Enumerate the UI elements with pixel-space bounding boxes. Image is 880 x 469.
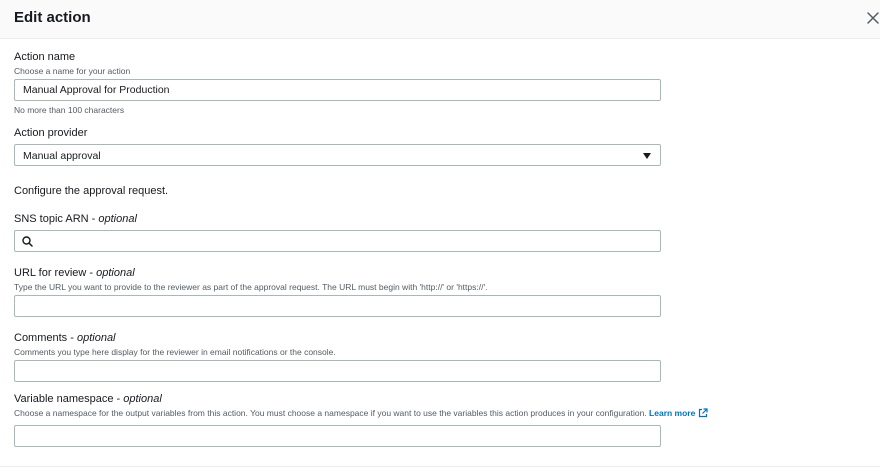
learn-more-link[interactable]: Learn more [649,408,708,418]
sns-topic-input[interactable] [15,231,660,251]
optional-tag: optional [123,393,162,405]
action-provider-label: Action provider [14,127,88,139]
footer-divider [0,466,880,467]
url-review-field[interactable] [14,295,661,317]
configure-text: Configure the approval request. [14,185,169,197]
comments-field[interactable] [14,360,661,382]
comments-input[interactable] [15,361,660,381]
sns-topic-label: SNS topic ARN - optional [14,213,137,225]
action-name-field[interactable] [14,79,661,101]
action-provider-select[interactable]: Manual approval [14,144,661,166]
comments-description: Comments you type here display for the r… [14,347,336,357]
caret-down-icon [643,153,651,159]
close-icon [867,12,879,24]
comments-label: Comments - optional [14,332,116,344]
external-link-icon [699,408,708,418]
action-name-label: Action name [14,51,76,63]
action-name-input[interactable] [15,80,660,100]
optional-tag: optional [96,267,135,279]
variable-namespace-description: Choose a namespace for the output variab… [14,408,708,418]
url-review-label: URL for review - optional [14,267,135,279]
modal-title: Edit action [14,9,91,26]
action-name-constraint: No more than 100 characters [14,105,125,115]
action-provider-selected: Manual approval [23,150,101,162]
variable-namespace-field[interactable] [14,425,661,447]
sns-topic-field[interactable] [14,230,661,252]
action-name-description: Choose a name for your action [14,66,131,76]
optional-tag: optional [76,332,116,344]
optional-tag: optional [98,213,137,225]
modal-header: Edit action [0,0,880,39]
url-review-input[interactable] [15,296,660,316]
variable-namespace-label: Variable namespace - optional [14,393,162,405]
variable-namespace-input[interactable] [15,426,660,446]
close-button[interactable] [866,11,880,25]
url-review-description: Type the URL you want to provide to the … [14,282,488,292]
